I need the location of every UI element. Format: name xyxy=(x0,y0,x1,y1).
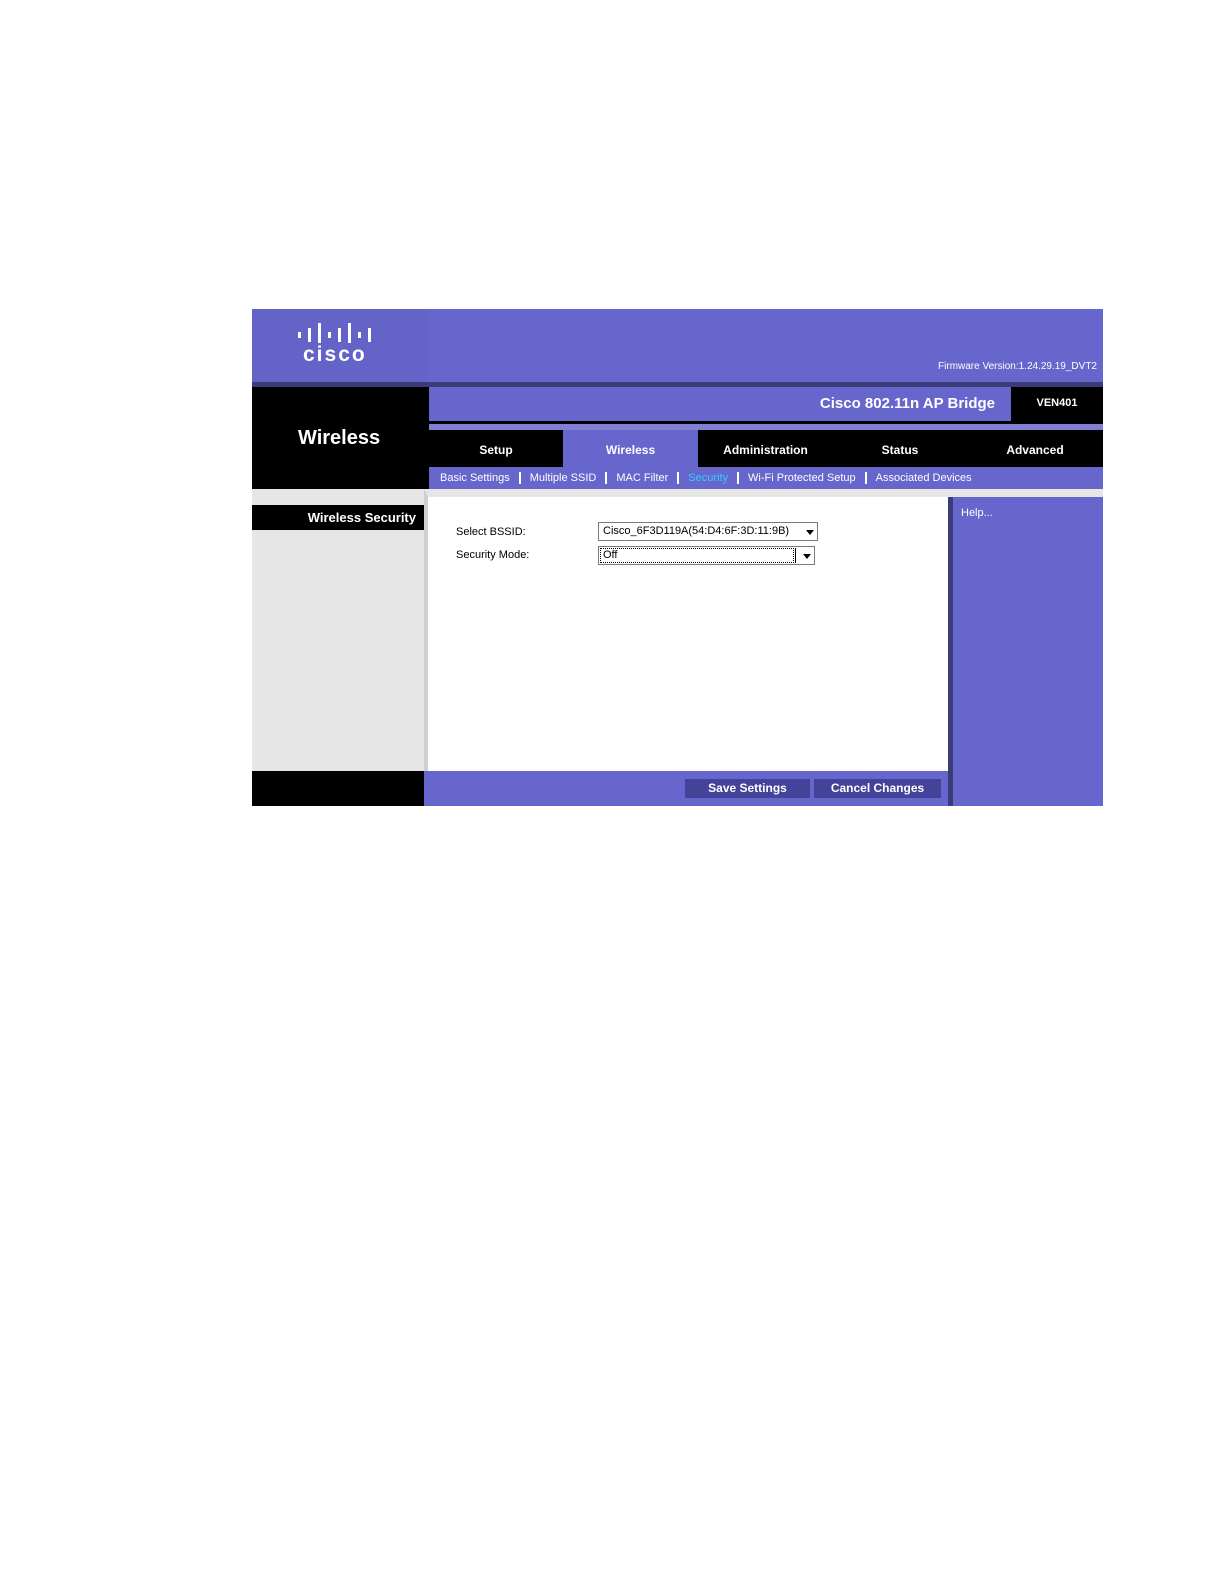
sidebar-label: Wireless Security xyxy=(307,510,416,525)
top-banner: cisco Firmware Version:1.24.29.19_DVT2 xyxy=(252,309,1103,382)
subtab-separator xyxy=(864,472,867,484)
subtab-separator xyxy=(605,472,608,484)
subtab-multiple-ssid[interactable]: Multiple SSID xyxy=(530,472,597,484)
cisco-logo: cisco xyxy=(252,309,427,382)
model-number: VEN401 xyxy=(1036,397,1078,409)
section-block: Wireless xyxy=(252,387,429,489)
help-top-gap xyxy=(948,489,1103,497)
cisco-bars-icon xyxy=(298,323,371,343)
section-title: Wireless xyxy=(298,427,381,449)
model-box: VEN401 xyxy=(1011,387,1103,421)
select-divider xyxy=(795,548,796,563)
action-bar: Save Settings Cancel Changes xyxy=(424,771,948,806)
subtab-wifi-protected-setup[interactable]: Wi-Fi Protected Setup xyxy=(748,472,856,484)
subtab-separator xyxy=(677,472,680,484)
bssid-label: Select BSSID: xyxy=(456,526,526,538)
tab-status[interactable]: Status xyxy=(833,430,967,467)
subtab-security[interactable]: Security xyxy=(688,472,728,484)
bottom-left-block xyxy=(252,771,424,806)
cancel-changes-button[interactable]: Cancel Changes xyxy=(814,779,941,798)
content-area: Select BSSID: Cisco_6F3D119A(54:D4:6F:3D… xyxy=(424,489,948,771)
help-pane: Help... xyxy=(948,497,1103,806)
security-mode-label: Security Mode: xyxy=(456,549,530,561)
subtab-associated-devices[interactable]: Associated Devices xyxy=(876,472,972,484)
tab-wireless[interactable]: Wireless xyxy=(563,430,698,467)
security-mode-value: Off xyxy=(600,548,794,563)
help-link[interactable]: Help... xyxy=(961,507,993,519)
sidebar-section: Wireless Security xyxy=(252,505,424,530)
subtab-mac-filter[interactable]: MAC Filter xyxy=(616,472,668,484)
left-pane xyxy=(252,489,424,771)
bssid-value: Cisco_6F3D119A(54:D4:6F:3D:11:9B) xyxy=(603,525,790,537)
security-mode-select[interactable]: Off xyxy=(598,546,815,565)
cisco-wordmark: cisco xyxy=(303,343,367,366)
tab-administration[interactable]: Administration xyxy=(698,430,833,467)
chevron-down-icon xyxy=(806,530,814,535)
subtab-separator xyxy=(737,472,740,484)
product-name: Cisco 802.11n AP Bridge xyxy=(819,395,995,412)
sub-tabs: Basic Settings Multiple SSID MAC Filter … xyxy=(429,467,1103,489)
main-tabs: Setup Wireless Administration Status Adv… xyxy=(429,430,1103,467)
router-admin-ui: cisco Firmware Version:1.24.29.19_DVT2 W… xyxy=(252,309,1103,806)
tab-setup[interactable]: Setup xyxy=(429,430,563,467)
chevron-down-icon xyxy=(803,554,811,559)
subtab-basic-settings[interactable]: Basic Settings xyxy=(440,472,510,484)
tab-advanced[interactable]: Advanced xyxy=(967,430,1103,467)
product-row: Cisco 802.11n AP Bridge xyxy=(429,387,1011,421)
subtab-separator xyxy=(518,472,521,484)
bssid-select[interactable]: Cisco_6F3D119A(54:D4:6F:3D:11:9B) xyxy=(598,522,818,541)
firmware-version: Firmware Version:1.24.29.19_DVT2 xyxy=(938,361,1097,372)
save-settings-button[interactable]: Save Settings xyxy=(685,779,810,798)
